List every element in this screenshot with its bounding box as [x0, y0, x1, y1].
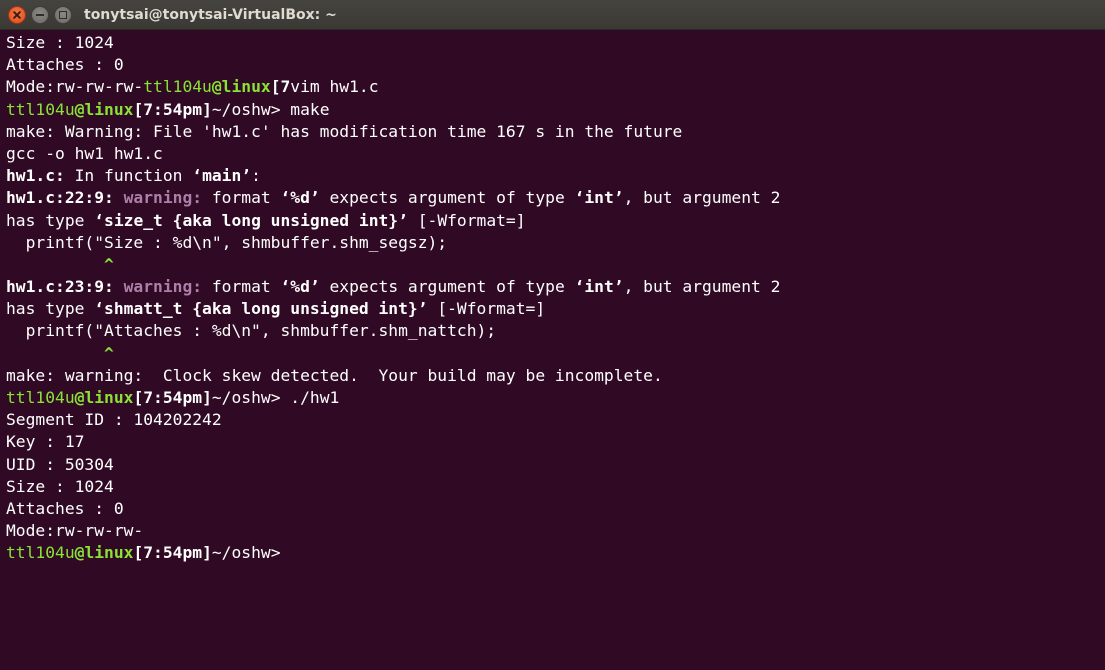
- terminal-text: has type: [6, 299, 95, 319]
- terminal-text: format: [202, 188, 281, 208]
- terminal-line: Size : 1024: [6, 32, 1105, 54]
- terminal-line: make: Warning: File 'hw1.c' has modifica…: [6, 121, 1105, 143]
- terminal-text: Attaches : 0: [6, 55, 124, 75]
- terminal-text: warning:: [113, 188, 203, 208]
- terminal-line: hw1.c:23:9: warning: format ‘%d’ expects…: [6, 276, 1105, 298]
- terminal-text: In function: [64, 166, 193, 186]
- window-title: tonytsai@tonytsai-VirtualBox: ~: [84, 7, 337, 23]
- terminal-text: , but argument 2: [623, 188, 781, 208]
- terminal-window: tonytsai@tonytsai-VirtualBox: ~ Size : 1…: [0, 0, 1105, 670]
- terminal-text: , but argument 2: [623, 277, 781, 297]
- terminal-text: [7:54pm]: [133, 543, 212, 563]
- terminal-line: make: warning: Clock skew detected. Your…: [6, 365, 1105, 387]
- terminal-line: ttl104u@linux[7:54pm]~/oshw> make: [6, 99, 1105, 121]
- terminal-text: expects argument of type: [319, 277, 575, 297]
- terminal-line: Mode:rw-rw-rw-: [6, 520, 1105, 542]
- terminal-text: hw1.c:23:9:: [6, 277, 114, 297]
- terminal-text: ‘main’: [192, 166, 252, 186]
- terminal-text: @: [74, 99, 85, 119]
- terminal-line: has type ‘shmatt_t {aka long unsigned in…: [6, 298, 1105, 320]
- terminal-text: ttl104u: [6, 388, 75, 407]
- terminal-line: Attaches : 0: [6, 498, 1105, 520]
- terminal-text: linux: [84, 543, 134, 563]
- terminal-line: ttl104u@linux[7:54pm]~/oshw> ./hw1: [6, 387, 1105, 409]
- terminal-text: Attaches : 0: [6, 498, 124, 518]
- terminal-text: Key : 17: [6, 432, 85, 452]
- terminal-text: has type: [6, 210, 95, 230]
- terminal-text: make: Warning: File 'hw1.c' has modifica…: [6, 121, 683, 141]
- terminal-text: Size : 1024: [6, 476, 114, 496]
- terminal-line: Key : 17: [6, 431, 1105, 453]
- terminal-line: ^: [6, 343, 1105, 365]
- terminal-text: ~/oshw> make: [211, 99, 330, 119]
- terminal-text: ~/oshw> ./hw1: [211, 388, 340, 407]
- terminal-text: ttl104u: [6, 543, 75, 563]
- terminal-line: hw1.c: In function ‘main’:: [6, 165, 1105, 187]
- terminal-text: ‘int’: [574, 188, 624, 208]
- close-icon[interactable]: [8, 6, 26, 24]
- terminal-text: warning:: [113, 277, 203, 297]
- terminal-text: Mode:rw-rw-rw-: [6, 521, 144, 541]
- terminal-line: Size : 1024: [6, 476, 1105, 498]
- terminal-text: ~/oshw>: [211, 543, 281, 563]
- terminal-text: ‘%d’: [280, 188, 320, 208]
- terminal-text: make: warning: Clock skew detected. Your…: [6, 365, 663, 385]
- terminal-text: [7:54pm]: [133, 99, 212, 119]
- terminal-line: Mode:rw-rw-rw-ttl104u@linux[7vim hw1.c: [6, 76, 1105, 98]
- terminal-text: hw1.c:22:9:: [6, 188, 114, 208]
- terminal-line: ttl104u@linux[7:54pm]~/oshw>: [6, 542, 1105, 564]
- title-bar[interactable]: tonytsai@tonytsai-VirtualBox: ~: [0, 0, 1105, 30]
- terminal-text: [7: [270, 77, 291, 97]
- terminal-text: [-Wformat=]: [407, 210, 526, 230]
- terminal-line: ^: [6, 254, 1105, 276]
- terminal-text: linux: [84, 388, 134, 407]
- terminal-text: @: [211, 77, 222, 97]
- terminal-text: ttl104u: [6, 99, 75, 119]
- terminal-text: gcc -o hw1 hw1.c: [6, 143, 163, 163]
- terminal-line: UID : 50304: [6, 454, 1105, 476]
- terminal-text: @: [74, 388, 85, 407]
- maximize-icon[interactable]: [54, 6, 72, 24]
- terminal-text: Size : 1024: [6, 33, 114, 52]
- terminal-text: UID : 50304: [6, 454, 114, 474]
- terminal-text: expects argument of type: [319, 188, 575, 208]
- terminal-text: printf("Size : %d\n", shmbuffer.shm_segs…: [6, 232, 448, 252]
- terminal-line: Attaches : 0: [6, 54, 1105, 76]
- terminal-text: [7:54pm]: [133, 388, 212, 407]
- terminal-text: @: [74, 543, 85, 563]
- terminal-output[interactable]: Size : 1024 Attaches : 0 Mode:rw-rw-rw-ttl…: [0, 30, 1105, 670]
- terminal-line: Segment ID : 104202242: [6, 409, 1105, 431]
- terminal-text: Segment ID : 104202242: [6, 410, 222, 430]
- terminal-text: ttl104u: [143, 77, 212, 97]
- terminal-text: ‘size_t {aka long unsigned int}’: [94, 210, 408, 230]
- terminal-text: hw1.c:: [6, 166, 65, 186]
- terminal-text: linux: [84, 99, 134, 119]
- terminal-line: has type ‘size_t {aka long unsigned int}…: [6, 210, 1105, 232]
- terminal-text: [-Wformat=]: [427, 299, 546, 319]
- terminal-text: linux: [221, 77, 271, 97]
- terminal-text: :: [251, 166, 261, 186]
- terminal-text: ‘%d’: [280, 277, 320, 297]
- terminal-text: printf("Attaches : %d\n", shmbuffer.shm_…: [6, 321, 497, 341]
- terminal-line: printf("Size : %d\n", shmbuffer.shm_segs…: [6, 232, 1105, 254]
- terminal-text: vim hw1.c: [290, 77, 379, 97]
- terminal-text: ‘int’: [574, 277, 624, 297]
- terminal-text: format: [202, 277, 281, 297]
- terminal-text: Mode:rw-rw-rw-: [6, 77, 144, 97]
- terminal-text: ^: [104, 254, 114, 274]
- terminal-line: printf("Attaches : %d\n", shmbuffer.shm_…: [6, 320, 1105, 342]
- terminal-text: ^: [104, 343, 114, 363]
- terminal-text: ‘shmatt_t {aka long unsigned int}’: [94, 299, 428, 319]
- minimize-icon[interactable]: [31, 6, 49, 24]
- terminal-line: hw1.c:22:9: warning: format ‘%d’ expects…: [6, 187, 1105, 209]
- terminal-line: gcc -o hw1 hw1.c: [6, 143, 1105, 165]
